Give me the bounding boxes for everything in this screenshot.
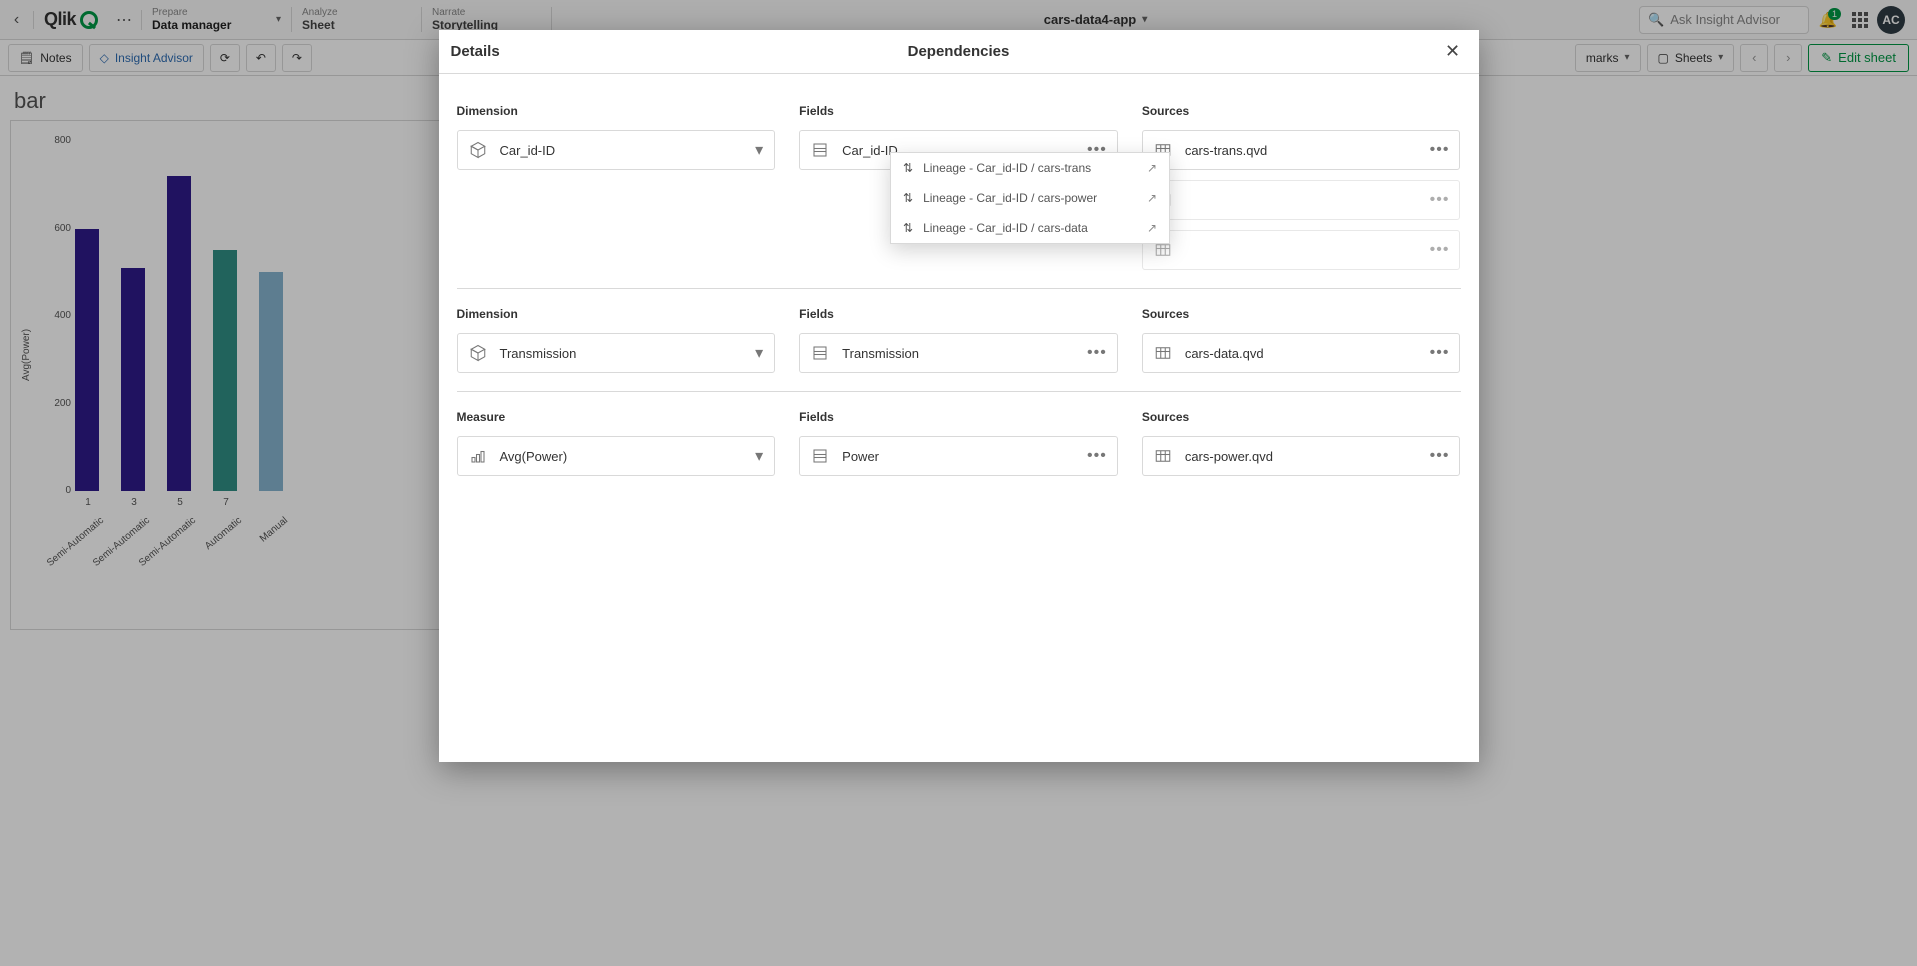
lineage-item-label: Lineage - Car_id-ID / cars-trans — [923, 161, 1091, 175]
fields-col-label: Fields — [799, 307, 1118, 321]
table-icon — [1153, 343, 1173, 363]
left-col-label: Dimension — [457, 307, 776, 321]
card-label: cars-trans.qvd — [1185, 143, 1418, 158]
dialog-close-button[interactable]: ✕ — [1438, 38, 1466, 66]
source-card[interactable]: cars-power.qvd ••• — [1142, 436, 1461, 476]
dialog-title-center: Dependencies — [908, 43, 1010, 60]
measure-card[interactable]: Avg(Power) ▾ — [457, 436, 776, 476]
more-icon[interactable]: ••• — [1430, 447, 1450, 465]
lineage-menu-item[interactable]: ⇅ Lineage - Car_id-ID / cars-trans ↗ — [891, 153, 1169, 183]
cube-icon — [468, 140, 488, 160]
lineage-popover: ⇅ Lineage - Car_id-ID / cars-trans ↗ ⇅ Linea… — [890, 152, 1170, 244]
chevron-down-icon: ▾ — [755, 140, 764, 160]
open-external-icon: ↗ — [1147, 221, 1157, 235]
dependency-row: Measure Avg(Power) ▾ Fields Power ••• Sources c… — [457, 392, 1461, 494]
card-label: cars-data.qvd — [1185, 346, 1418, 361]
chevron-down-icon: ▾ — [755, 343, 764, 363]
card-label: cars-power.qvd — [1185, 449, 1418, 464]
left-col-label: Dimension — [457, 104, 776, 118]
fields-col-label: Fields — [799, 104, 1118, 118]
card-label: Car_id-ID — [500, 143, 744, 158]
more-icon[interactable]: ••• — [1087, 447, 1107, 465]
lineage-item-label: Lineage - Car_id-ID / cars-power — [923, 191, 1097, 205]
dimension-card[interactable]: Transmission ▾ — [457, 333, 776, 373]
dialog-title-left: Details — [451, 43, 790, 60]
sources-col-label: Sources — [1142, 104, 1461, 118]
card-label: Transmission — [500, 346, 744, 361]
source-card[interactable]: cars-data.qvd ••• — [1142, 333, 1461, 373]
field-icon — [810, 140, 830, 160]
close-icon: ✕ — [1445, 41, 1460, 62]
lineage-icon: ⇅ — [903, 221, 913, 235]
field-card[interactable]: Transmission ••• — [799, 333, 1118, 373]
lineage-icon: ⇅ — [903, 191, 913, 205]
table-icon — [1153, 446, 1173, 466]
more-icon[interactable]: ••• — [1430, 344, 1450, 362]
field-icon — [810, 446, 830, 466]
modal-overlay: Details Dependencies ✕ Dimension Car_id-I… — [0, 0, 1917, 966]
lineage-menu-item[interactable]: ⇅ Lineage - Car_id-ID / cars-power ↗ — [891, 183, 1169, 213]
field-card[interactable]: Power ••• — [799, 436, 1118, 476]
dependencies-dialog: Details Dependencies ✕ Dimension Car_id-I… — [439, 30, 1479, 762]
source-card[interactable]: ••• — [1142, 230, 1461, 270]
more-icon[interactable]: ••• — [1430, 191, 1450, 209]
card-label: Transmission — [842, 346, 1075, 361]
more-icon[interactable]: ••• — [1430, 241, 1450, 259]
dimension-card[interactable]: Car_id-ID ▾ — [457, 130, 776, 170]
chevron-down-icon: ▾ — [755, 446, 764, 466]
card-label: Power — [842, 449, 1075, 464]
more-icon[interactable]: ••• — [1087, 344, 1107, 362]
dialog-header: Details Dependencies ✕ — [439, 30, 1479, 74]
lineage-item-label: Lineage - Car_id-ID / cars-data — [923, 221, 1088, 235]
left-col-label: Measure — [457, 410, 776, 424]
lineage-icon: ⇅ — [903, 161, 913, 175]
fields-col-label: Fields — [799, 410, 1118, 424]
measure-icon — [468, 446, 488, 466]
source-card[interactable]: ••• — [1142, 180, 1461, 220]
field-icon — [810, 343, 830, 363]
open-external-icon: ↗ — [1147, 161, 1157, 175]
dependency-row: Dimension Transmission ▾ Fields Transmission… — [457, 289, 1461, 392]
sources-col-label: Sources — [1142, 307, 1461, 321]
sources-col-label: Sources — [1142, 410, 1461, 424]
source-card[interactable]: cars-trans.qvd ••• — [1142, 130, 1461, 170]
card-label: Avg(Power) — [500, 449, 744, 464]
lineage-menu-item[interactable]: ⇅ Lineage - Car_id-ID / cars-data ↗ — [891, 213, 1169, 243]
more-icon[interactable]: ••• — [1430, 141, 1450, 159]
cube-icon — [468, 343, 488, 363]
open-external-icon: ↗ — [1147, 191, 1157, 205]
